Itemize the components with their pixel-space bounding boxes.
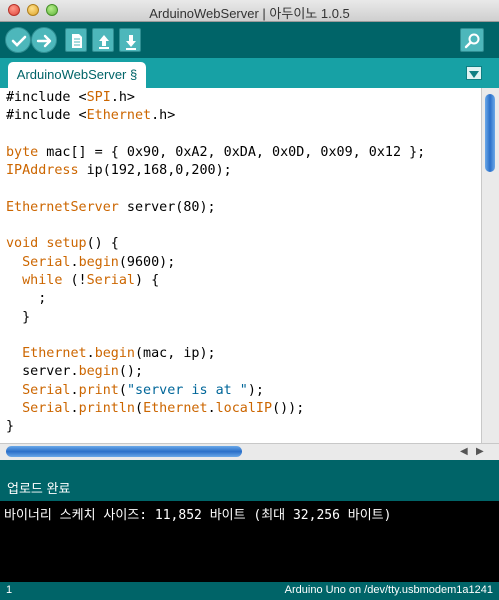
upload-arrow-icon: [99, 35, 109, 49]
footer-bar: 1 Arduino Uno on /dev/tty.usbmodem1a1241: [0, 582, 499, 600]
board-port-label: Arduino Uno on /dev/tty.usbmodem1a1241: [284, 584, 493, 596]
status-bar: 업로드 완료: [0, 469, 499, 501]
code-line: #include <SPI.h>: [6, 90, 135, 105]
tab-arduinowebserver[interactable]: ArduinoWebServer §: [8, 62, 146, 88]
new-sketch-button[interactable]: [65, 28, 87, 52]
console-text: 바이너리 스케치 사이즈: 11,852 바이트 (최대 32,256 바이트): [4, 508, 392, 523]
arrow-right-icon: [36, 34, 52, 48]
panel-divider[interactable]: [0, 460, 499, 469]
tab-bar: ArduinoWebServer §: [0, 58, 499, 88]
window-title: ArduinoWebServer | 아두이노 1.0.5: [149, 6, 350, 21]
scroll-right-arrow-icon[interactable]: ▶: [476, 446, 484, 457]
code-line: }: [6, 419, 15, 435]
horizontal-scroll-thumb[interactable]: [6, 446, 242, 457]
check-icon: [11, 35, 27, 47]
code-line: server.begin();: [6, 364, 144, 380]
code-line: while (!Serial) {: [22, 272, 160, 288]
horizontal-scrollbar[interactable]: ◀ ▶: [0, 443, 499, 460]
console-output[interactable]: 바이너리 스케치 사이즈: 11,852 바이트 (최대 32,256 바이트): [0, 501, 499, 582]
code-line: ;: [6, 291, 47, 307]
serial-monitor-button[interactable]: [460, 28, 484, 52]
code-line: Ethernet.begin(mac, ip);: [22, 346, 216, 362]
status-message: 업로드 완료: [7, 481, 71, 496]
tab-menu-button[interactable]: [466, 66, 482, 80]
code-line: EthernetServer server(80);: [6, 199, 216, 215]
magnifier-icon: [464, 33, 480, 49]
tab-label: ArduinoWebServer §: [16, 67, 138, 82]
code-line: byte mac[] = { 0x90, 0xA2, 0xDA, 0x0D, 0…: [6, 144, 426, 160]
code-line: }: [6, 309, 31, 325]
toolbar: [0, 22, 499, 58]
title-bar: ArduinoWebServer | 아두이노 1.0.5: [0, 0, 499, 22]
code-line: void setup() {: [6, 236, 119, 252]
code-line: Serial.begin(9600);: [22, 254, 176, 270]
download-arrow-icon: [126, 35, 136, 50]
vertical-scrollbar[interactable]: [481, 88, 499, 443]
code-line: Serial.print("server is at ");: [22, 382, 264, 398]
triangle-down-icon: [469, 71, 479, 78]
code-line: Serial.println(Ethernet.localIP());: [22, 401, 305, 417]
code-line: IPAddress ip(192,168,0,200);: [6, 163, 232, 179]
code-text[interactable]: #include <SPI.h> #include <Ethernet.h> b…: [6, 89, 425, 437]
code-line: #include <Ethernet.h>: [6, 108, 176, 124]
verify-button[interactable]: [5, 27, 31, 53]
new-file-icon: [72, 34, 82, 48]
scroll-left-arrow-icon[interactable]: ◀: [460, 446, 468, 457]
vertical-scroll-thumb[interactable]: [485, 94, 495, 172]
upload-button[interactable]: [31, 27, 57, 53]
open-button[interactable]: [92, 28, 114, 52]
code-editor[interactable]: #include <SPI.h> #include <Ethernet.h> b…: [0, 88, 481, 443]
line-number: 1: [6, 584, 13, 596]
save-button[interactable]: [119, 28, 141, 52]
